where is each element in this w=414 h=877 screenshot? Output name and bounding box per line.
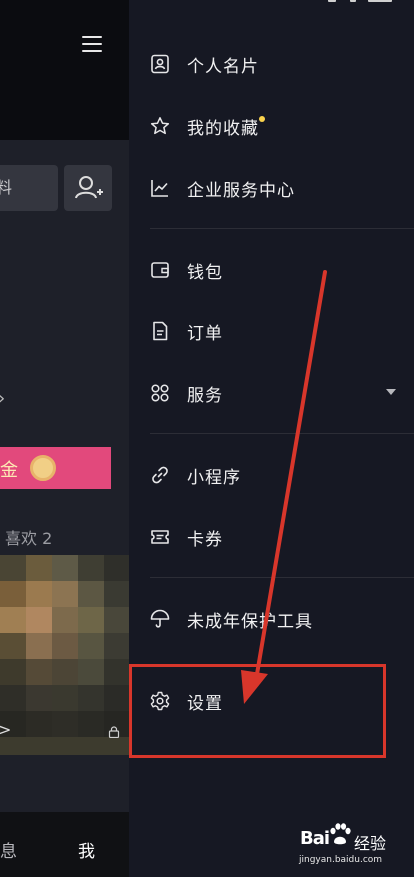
watermark-logo-suffix: 经验 [354, 834, 387, 853]
divider [150, 577, 414, 578]
chevron-right-icon: › [0, 388, 5, 409]
bottom-nav [0, 812, 129, 877]
profile-pane: 料 › 金 喜欢 2 [0, 0, 129, 877]
menu-enterprise-center[interactable]: 企业服务中心 [129, 163, 414, 213]
menu-label: 企业服务中心 [187, 181, 295, 201]
menu-coupons[interactable]: 卡券 [129, 512, 414, 562]
profile-header [0, 0, 129, 140]
baidu-watermark: Bai 经验 jingyan.baidu.com [296, 822, 414, 877]
coin-icon [30, 455, 56, 481]
menu-wallet[interactable]: 钱包 [129, 245, 414, 295]
annotation-highlight-box [129, 664, 386, 758]
lock-icon [108, 726, 120, 738]
play-icon: > [0, 720, 12, 739]
divider [150, 228, 414, 229]
status-bar-icons [320, 0, 414, 4]
edit-profile-button[interactable]: 料 [0, 165, 58, 211]
menu-label: 我的收藏 [187, 119, 259, 139]
menu-label: 个人名片 [187, 57, 259, 77]
new-dot-badge [259, 116, 265, 122]
tab-likes[interactable]: 喜欢 2 [5, 525, 52, 549]
menu-label: 卡券 [187, 530, 223, 550]
id-card-icon [151, 54, 169, 74]
order-document-icon [153, 321, 168, 341]
chevron-down-icon[interactable] [386, 389, 396, 395]
watermark-logo-text: Bai [300, 828, 330, 849]
menu-favorites[interactable]: 我的收藏 [129, 101, 414, 151]
coupon-ticket-icon [151, 530, 169, 544]
menu-label: 服务 [187, 386, 223, 406]
menu-mini-programs[interactable]: 小程序 [129, 450, 414, 500]
nav-me[interactable]: 我 [78, 837, 95, 862]
menu-services[interactable]: 服务 [129, 368, 414, 418]
add-friend-icon [75, 176, 103, 199]
menu-label: 钱包 [187, 263, 223, 283]
services-grid-icon [151, 384, 169, 402]
promo-text: 金 [0, 460, 18, 481]
star-icon [150, 117, 170, 135]
watermark-url: jingyan.baidu.com [299, 855, 383, 865]
menu-label: 未成年保护工具 [187, 612, 313, 632]
promo-banner[interactable]: 金 [0, 447, 111, 489]
menu-business-card[interactable]: 个人名片 [129, 39, 414, 89]
menu-hamburger-icon[interactable] [82, 36, 102, 52]
edit-profile-label: 料 [0, 178, 13, 197]
menu-label: 小程序 [187, 468, 241, 488]
add-friend-button[interactable] [64, 165, 112, 211]
nav-messages[interactable]: 息 [0, 837, 17, 862]
umbrella-icon [150, 609, 170, 628]
video-thumbnail[interactable] [0, 555, 129, 755]
divider [150, 433, 414, 434]
chart-line-icon [151, 180, 168, 197]
menu-orders[interactable]: 订单 [129, 306, 414, 356]
mini-program-link-icon [152, 466, 168, 484]
paw-icon [330, 823, 351, 845]
menu-minor-protection[interactable]: 未成年保护工具 [129, 594, 414, 644]
menu-label: 订单 [187, 324, 223, 344]
wallet-icon [151, 262, 169, 278]
